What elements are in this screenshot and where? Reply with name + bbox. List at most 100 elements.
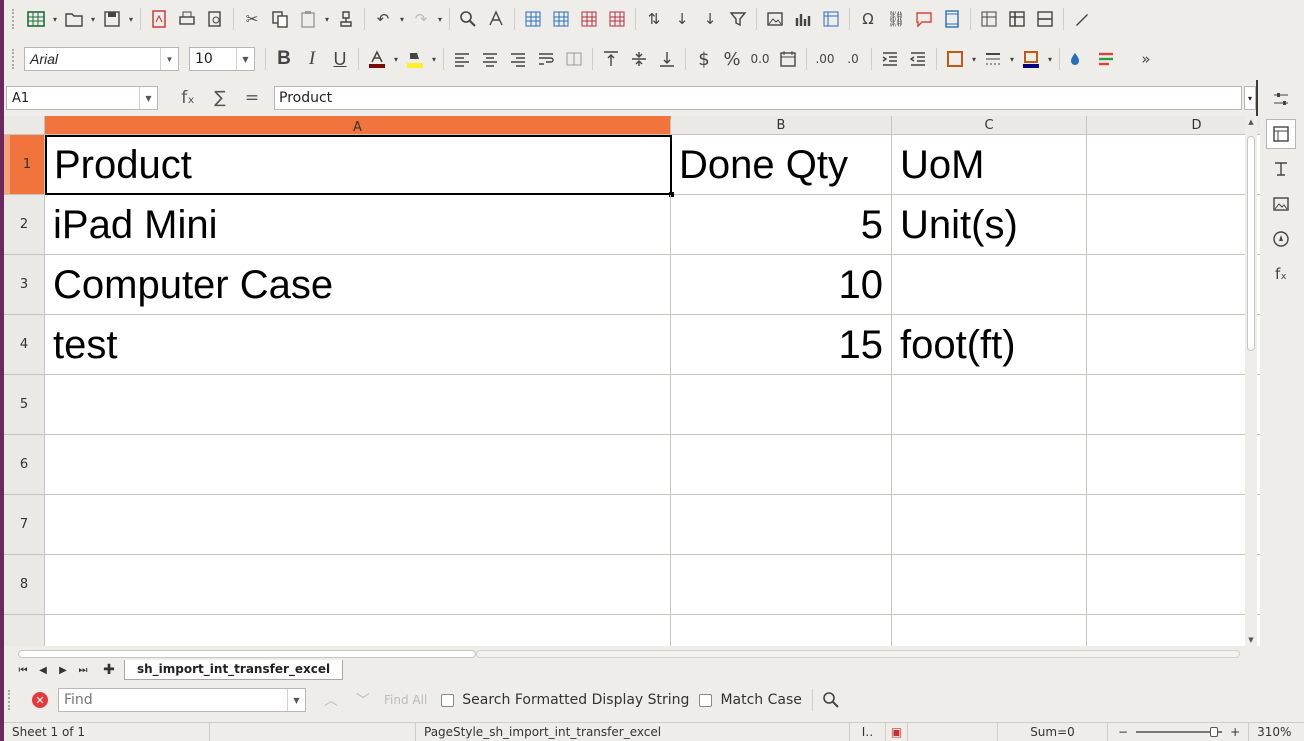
scroll-down-icon[interactable]: ▼ [1245,636,1257,644]
sheet-position[interactable]: Sheet 1 of 1 [4,722,210,741]
sidebar-gallery-icon[interactable] [1266,189,1296,219]
font-size-combo[interactable]: 10 ▼ [189,47,255,71]
cell-a6[interactable] [45,435,671,495]
sidebar-functions-icon[interactable]: fₓ [1266,259,1296,289]
zoom-level[interactable]: 310% [1248,722,1299,741]
undo-icon[interactable]: ↶ [369,5,397,33]
zoom-out-button[interactable]: − [1118,725,1128,739]
cell-a8[interactable] [45,555,671,615]
cell-d1[interactable] [1087,135,1260,195]
cell-c5[interactable] [892,375,1087,435]
sidebar-styles-icon[interactable] [1266,154,1296,184]
name-box[interactable]: A1 ▼ [6,86,158,110]
previous-sheet-icon[interactable]: ◀ [34,662,52,678]
sort-icon[interactable]: ⇅ [640,5,668,33]
cell-c8[interactable] [892,555,1087,615]
formula-input[interactable]: Product [274,86,1242,110]
cell-c3[interactable] [892,255,1087,315]
spelling-icon[interactable] [482,5,510,33]
cell-a4[interactable]: test [45,315,671,375]
page-style[interactable]: PageStyle_sh_import_int_transfer_excel [416,722,850,741]
column-header-d[interactable]: D [1087,116,1260,135]
headers-footers-icon[interactable] [938,5,966,33]
chevron-down-icon[interactable]: ▼ [287,689,305,711]
insert-chart-icon[interactable] [789,5,817,33]
font-color-icon[interactable] [363,45,391,73]
redo-icon[interactable]: ↷ [407,5,435,33]
italic-button[interactable]: I [298,45,326,73]
align-bottom-icon[interactable] [653,45,681,73]
save-icon[interactable] [98,5,126,33]
find-input[interactable] [59,690,287,710]
spreadsheet-grid[interactable]: A B C D 1 Product Done Qty UoM 2 iPad Mi… [4,116,1260,646]
freeze-panes-icon[interactable] [1003,5,1031,33]
column-icon[interactable] [547,5,575,33]
conditional-format-icon[interactable] [1064,45,1092,73]
cut-icon[interactable]: ✂ [238,5,266,33]
find-replace-dialog-icon[interactable] [817,686,845,714]
cell-b4[interactable]: 15 [671,315,892,375]
cell-a5[interactable] [45,375,671,435]
merge-center-icon[interactable] [560,45,588,73]
column-header-a[interactable]: A [45,116,671,135]
toolbar-grip[interactable] [8,690,12,710]
align-center-icon[interactable] [476,45,504,73]
expand-formula-bar-icon[interactable]: ▾ [1244,86,1256,110]
special-character-icon[interactable]: Ω [854,5,882,33]
align-right-icon[interactable] [504,45,532,73]
border-color-dropdown-icon[interactable]: ▾ [1045,55,1055,64]
cell-c4[interactable]: foot(ft) [892,315,1087,375]
name-box-value[interactable]: A1 [7,91,139,106]
zoom-slider-knob[interactable] [1210,727,1219,737]
row-header-6[interactable]: 6 [4,435,45,495]
find-previous-icon[interactable]: ︿ [324,690,338,710]
insert-image-icon[interactable] [761,5,789,33]
open-dropdown-icon[interactable]: ▾ [88,15,98,24]
more-options-icon[interactable]: » [1132,45,1160,73]
next-sheet-icon[interactable]: ▶ [54,662,72,678]
find-all-button[interactable]: Find All [384,693,427,707]
new-dropdown-icon[interactable]: ▾ [50,15,60,24]
search-formatted-checkbox[interactable] [441,693,455,707]
chevron-down-icon[interactable]: ▼ [160,48,178,70]
close-find-icon[interactable]: ✕ [32,692,48,708]
cell-b9[interactable] [671,615,892,646]
delete-decimal-button[interactable]: .0 [839,45,867,73]
borders-dropdown-icon[interactable]: ▾ [969,55,979,64]
align-left-icon[interactable] [448,45,476,73]
cell-a9[interactable] [45,615,671,646]
horizontal-scrollbar[interactable] [12,648,1244,660]
paste-icon[interactable] [294,5,322,33]
paste-dropdown-icon[interactable]: ▾ [322,15,332,24]
cell-a1[interactable]: Product [45,135,672,195]
cell-b7[interactable] [671,495,892,555]
pivot-table-icon[interactable] [817,5,845,33]
cell-a7[interactable] [45,495,671,555]
cell-d3[interactable] [1087,255,1260,315]
export-pdf-icon[interactable] [145,5,173,33]
first-sheet-icon[interactable]: ⏮ [14,662,32,678]
row-header-3[interactable]: 3 [4,255,45,315]
vertical-scrollbar[interactable]: ▲ ▼ [1245,116,1257,646]
toolbar-grip[interactable] [12,9,16,29]
copy-icon[interactable] [266,5,294,33]
row-header-1[interactable]: 1 [4,135,45,195]
scroll-up-icon[interactable]: ▲ [1245,118,1257,126]
select-all-corner[interactable] [4,116,45,135]
cell-d9[interactable] [1087,615,1260,646]
cell-b6[interactable] [671,435,892,495]
define-print-area-icon[interactable] [975,5,1003,33]
sheet-tab[interactable]: sh_import_int_transfer_excel [124,660,344,680]
cell-b8[interactable] [671,555,892,615]
print-icon[interactable] [173,5,201,33]
delete-column-icon[interactable] [603,5,631,33]
row-header-4[interactable]: 4 [4,315,45,375]
zoom-slider[interactable] [1136,727,1223,737]
last-sheet-icon[interactable]: ⏭ [74,662,92,678]
percent-button[interactable]: % [718,45,746,73]
cell-c2[interactable]: Unit(s) [892,195,1087,255]
hyperlink-icon[interactable]: ⛓ [882,5,910,33]
cell-b3[interactable]: 10 [671,255,892,315]
cell-b1[interactable]: Done Qty [671,135,892,195]
cell-c7[interactable] [892,495,1087,555]
